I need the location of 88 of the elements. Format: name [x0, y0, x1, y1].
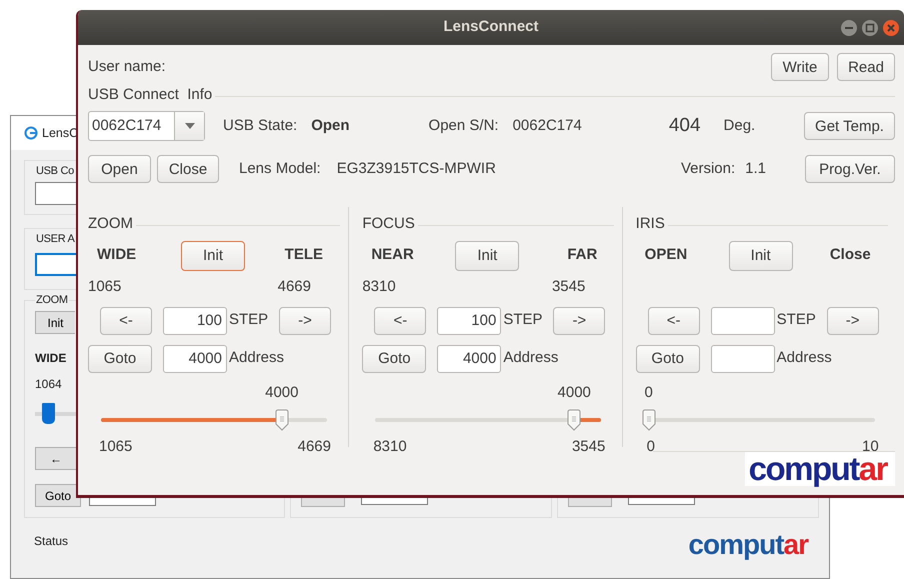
- range-value: 1065: [88, 276, 122, 296]
- status-label: Status: [34, 533, 68, 550]
- field-label: STEP: [228, 310, 270, 330]
- range-min: 0: [646, 436, 656, 456]
- button[interactable]: [301, 498, 345, 507]
- button[interactable]: [568, 498, 612, 507]
- step-field[interactable]: 100: [437, 306, 502, 334]
- range-value: 8310: [362, 276, 396, 296]
- field-label: STEP: [776, 310, 817, 330]
- range-label: WIDE: [96, 245, 138, 266]
- temperature-value: 404: [668, 114, 701, 138]
- range-label: Close: [830, 245, 871, 266]
- init-button[interactable]: Init: [728, 240, 793, 270]
- field-label: Address: [502, 348, 558, 368]
- address-field[interactable]: [710, 344, 775, 372]
- init-button[interactable]: Init: [35, 311, 75, 334]
- range-label: OPEN: [644, 245, 688, 266]
- init-button[interactable]: Init: [181, 240, 245, 270]
- range-value: 1064: [35, 376, 62, 393]
- section-label: FOCUS: [362, 214, 415, 234]
- field-label: STEP: [502, 310, 544, 330]
- address-field[interactable]: 4000: [437, 344, 502, 372]
- slider-thumb[interactable]: [567, 408, 582, 430]
- range-max: 4669: [298, 436, 331, 456]
- step-forward-button[interactable]: ->: [826, 306, 879, 334]
- slider-thumb[interactable]: [274, 408, 289, 430]
- range-max: 3545: [572, 436, 606, 456]
- open-button[interactable]: Open: [88, 155, 151, 183]
- range-min: 8310: [373, 436, 407, 456]
- init-button[interactable]: Init: [455, 240, 520, 270]
- field-label: User name:: [88, 56, 166, 77]
- field-value: 0062C174: [512, 116, 582, 136]
- field-label: Open S/N:: [428, 116, 499, 136]
- field-label: Lens Model:: [239, 158, 321, 179]
- range-value: 3545: [552, 276, 586, 296]
- goto-button[interactable]: Goto: [362, 344, 426, 372]
- goto-button[interactable]: Goto: [35, 484, 81, 507]
- address-field[interactable]: 4000: [163, 344, 227, 372]
- computar-logo: computar: [744, 452, 895, 486]
- window-title: LensConnect: [443, 17, 538, 38]
- minimize-icon[interactable]: [840, 19, 858, 37]
- close-button[interactable]: Close: [157, 155, 219, 183]
- input-field[interactable]: [628, 498, 695, 505]
- close-icon[interactable]: [882, 19, 900, 37]
- computar-logo: computar: [688, 530, 808, 560]
- step-forward-button[interactable]: ->: [553, 306, 606, 334]
- action-button[interactable]: Write: [771, 53, 829, 81]
- prog-ver-button[interactable]: Prog.Ver.: [805, 155, 895, 183]
- field-value: 1.1: [745, 158, 766, 179]
- maximize-icon[interactable]: [861, 19, 879, 37]
- field-label: Address: [228, 348, 284, 368]
- app-icon: [24, 126, 38, 140]
- slider-thumb[interactable]: [642, 408, 656, 430]
- device-dropdown[interactable]: 0062C174: [88, 111, 205, 141]
- input-field[interactable]: [35, 182, 77, 205]
- arrow-button[interactable]: ←: [35, 447, 76, 470]
- field-value: Open: [311, 116, 350, 136]
- get-temp-button[interactable]: Get Temp.: [804, 112, 895, 140]
- section-label: IRIS: [636, 214, 665, 234]
- range-label: NEAR: [370, 245, 415, 266]
- window-title: LensC: [42, 124, 78, 142]
- section-label: ZOOM: [88, 214, 133, 234]
- step-field[interactable]: [710, 306, 775, 334]
- slider-value: 0: [644, 383, 653, 403]
- input-field[interactable]: [35, 253, 76, 276]
- goto-button[interactable]: Goto: [88, 344, 152, 372]
- field-value: EG3Z3915TCS-MPWIR: [336, 158, 496, 179]
- range-value: 4669: [278, 276, 311, 296]
- slider-value: 4000: [558, 383, 591, 403]
- field-label: USB State:: [223, 116, 298, 136]
- step-back-button[interactable]: <-: [648, 306, 700, 334]
- slider-value: 4000: [265, 383, 298, 403]
- input-field[interactable]: [361, 498, 428, 505]
- step-field[interactable]: 100: [163, 306, 227, 334]
- field-label: Address: [776, 348, 832, 368]
- field-label: Version:: [680, 158, 736, 179]
- section-label: USB Connect Info: [88, 84, 212, 105]
- action-button[interactable]: Read: [837, 53, 895, 81]
- range-label: FAR: [567, 245, 598, 266]
- range-label: WIDE: [35, 350, 66, 367]
- goto-button[interactable]: Goto: [636, 344, 700, 372]
- step-back-button[interactable]: <-: [100, 306, 152, 334]
- step-forward-button[interactable]: ->: [279, 306, 331, 334]
- step-back-button[interactable]: <-: [374, 306, 426, 334]
- caret-icon: [184, 123, 194, 129]
- unit-label: Deg.: [724, 116, 756, 136]
- range-min: 1065: [99, 436, 132, 456]
- range-label: TELE: [284, 245, 323, 266]
